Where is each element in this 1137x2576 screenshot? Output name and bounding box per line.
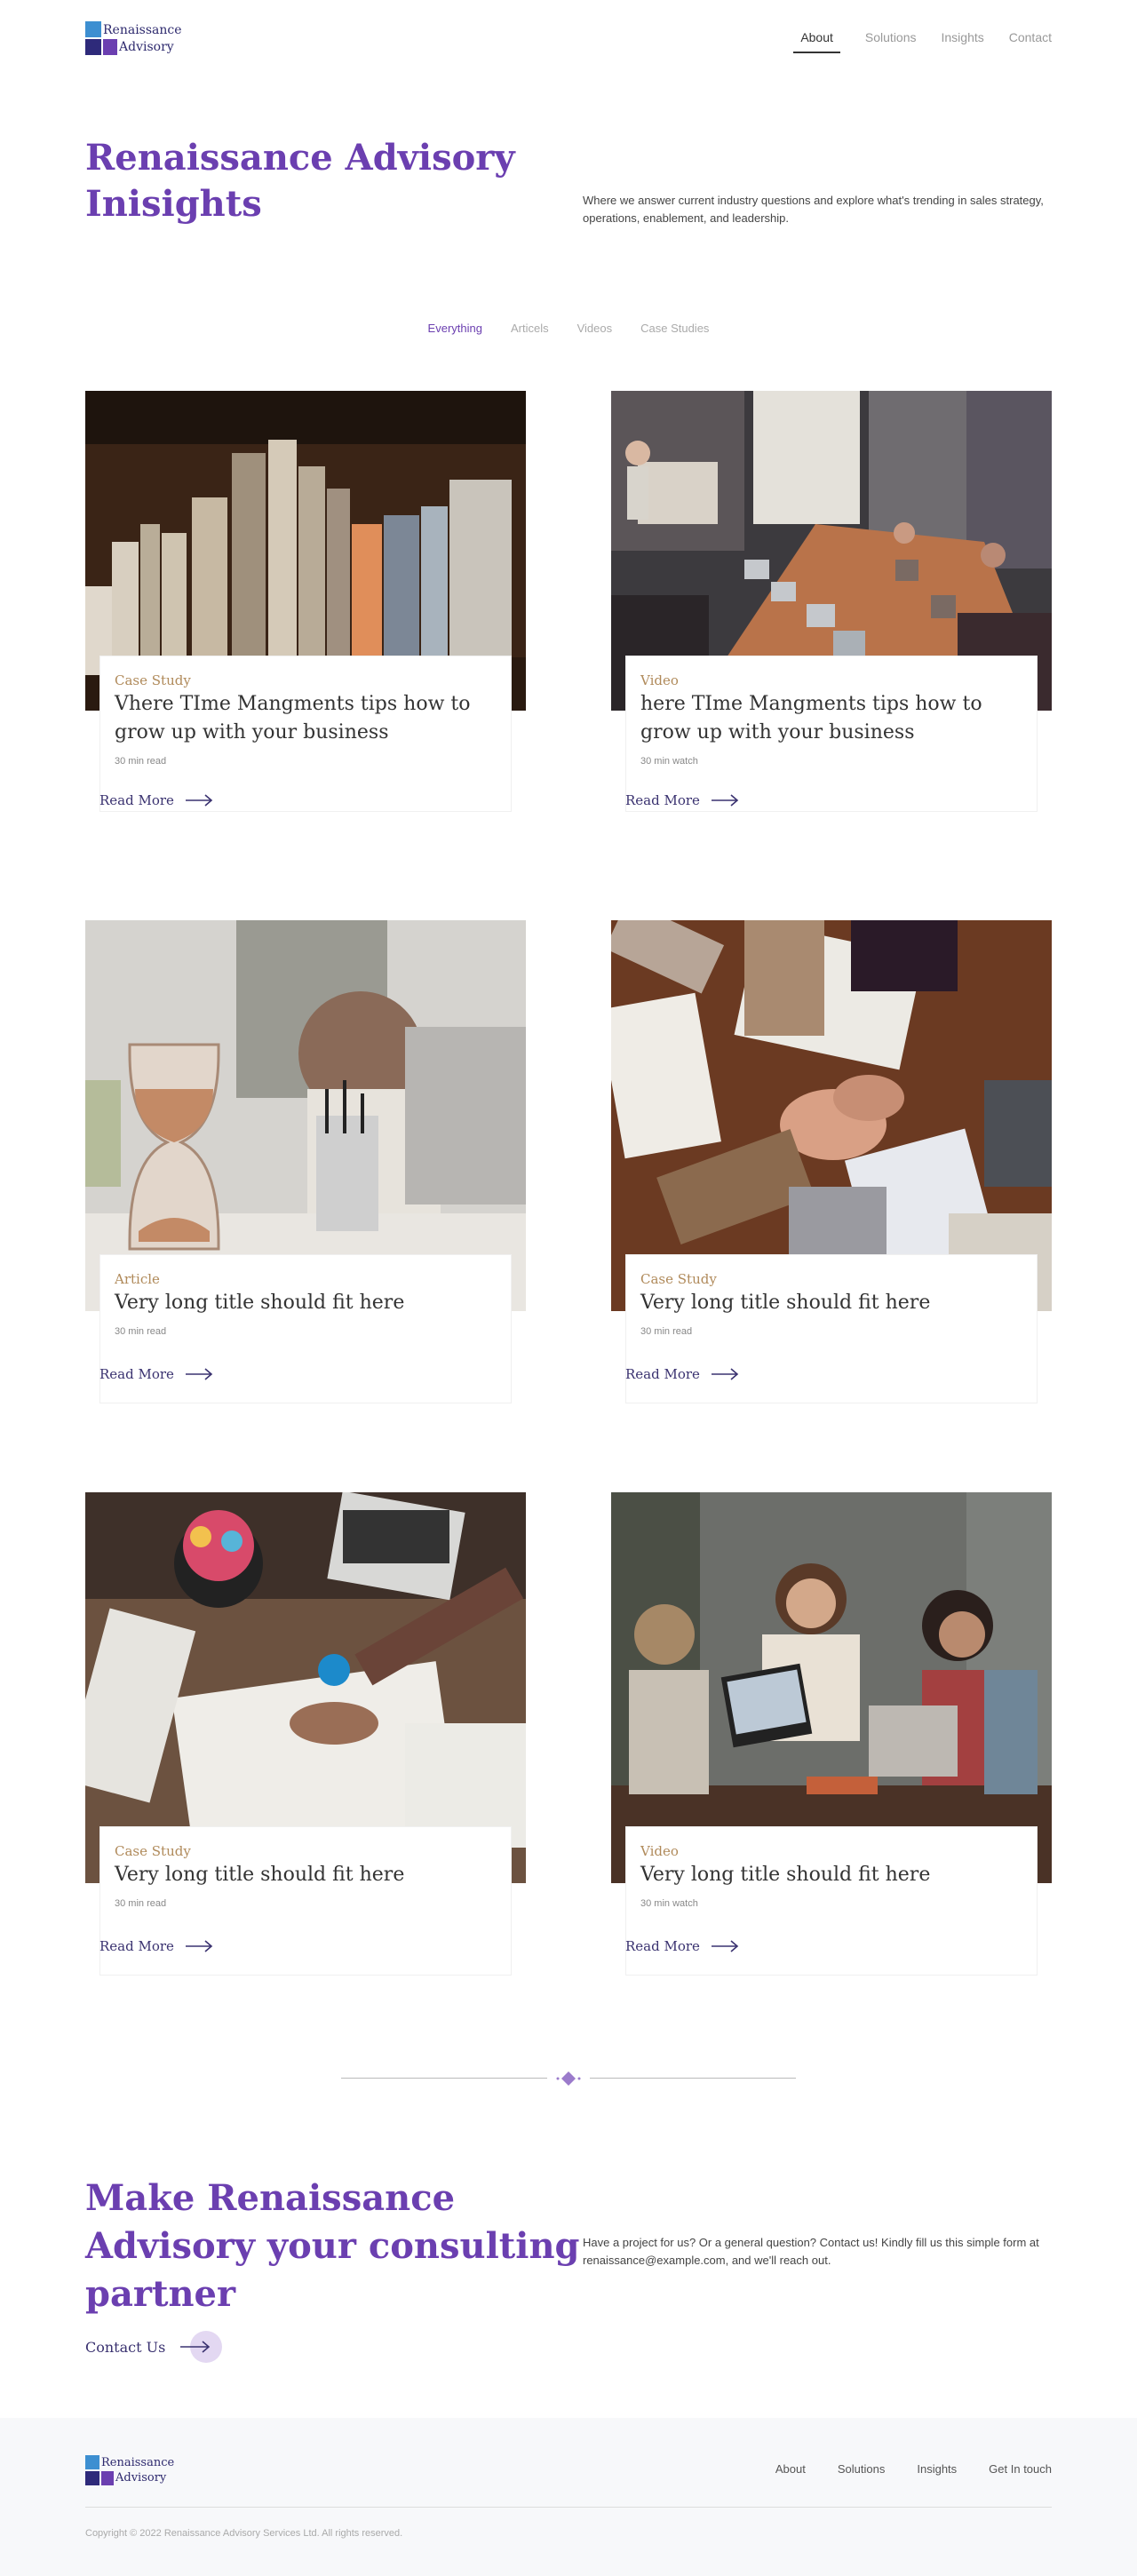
divider-line-right — [590, 2078, 796, 2079]
arrow-right-icon — [711, 1940, 739, 1952]
copyright: Copyright © 2022 Renaissance Advisory Se… — [85, 2528, 403, 2539]
read-more-label: Read More — [99, 792, 174, 808]
read-more-label: Read More — [625, 1938, 700, 1954]
read-more-label: Read More — [625, 1366, 700, 1382]
nav-insights[interactable]: Insights — [942, 28, 984, 53]
card-category: Case Study — [115, 672, 191, 688]
footer-logo-line1: Renaissance — [101, 2456, 175, 2469]
site-footer: Renaissance Advisory About Solutions Ins… — [0, 2418, 1137, 2576]
footer-nav-solutions[interactable]: Solutions — [838, 2462, 885, 2476]
main-nav: About Solutions Insights Contact — [768, 28, 1052, 53]
logo-square-blue — [85, 21, 101, 37]
card-category: Case Study — [115, 1843, 191, 1859]
divider-line-left — [341, 2078, 547, 2079]
card-title[interactable]: Very long title should fit here — [115, 1861, 497, 1889]
logo-square-purple — [101, 2471, 114, 2485]
card-title[interactable]: Vhere TIme Mangments tips how to grow up… — [115, 690, 497, 747]
arrow-right-icon — [180, 2341, 211, 2353]
tab-videos[interactable]: Videos — [577, 322, 613, 335]
card-category: Video — [640, 1843, 679, 1859]
read-more-label: Read More — [99, 1366, 174, 1382]
logo-text-line2: Advisory — [119, 40, 174, 54]
logo[interactable]: Renaissance Advisory — [85, 21, 201, 57]
logo-square-navy — [85, 39, 101, 55]
footer-nav: About Solutions Insights Get In touch — [775, 2462, 1052, 2476]
nav-solutions[interactable]: Solutions — [865, 28, 917, 53]
logo-square-navy — [85, 2471, 99, 2485]
page-title: Renaissance Advisory Inisights — [85, 137, 515, 225]
footer-nav-insights[interactable]: Insights — [917, 2462, 957, 2476]
tab-articles[interactable]: Articels — [511, 322, 549, 335]
card-image-team-hands[interactable] — [611, 920, 1052, 1311]
card-meta: 30 min read — [115, 1898, 167, 1909]
arrow-right-icon — [711, 1368, 739, 1380]
card-meta: 30 min watch — [640, 1898, 698, 1909]
card-category: Video — [640, 672, 679, 688]
nav-contact[interactable]: Contact — [1009, 28, 1052, 53]
read-more-link[interactable]: Read More — [99, 1938, 213, 1954]
card-title[interactable]: Very long title should fit here — [640, 1289, 1022, 1317]
read-more-label: Read More — [99, 1938, 174, 1954]
contact-us-button[interactable]: Contact Us — [85, 2331, 223, 2363]
nav-about[interactable]: About — [793, 28, 840, 53]
logo-text-line1: Renaissance — [103, 23, 182, 37]
footer-logo[interactable]: Renaissance Advisory — [85, 2455, 192, 2487]
card-content: Case Study Vhere TIme Mangments tips how… — [99, 656, 512, 812]
site-header: Renaissance Advisory About Solutions Ins… — [85, 21, 1052, 57]
card-title[interactable]: Very long title should fit here — [115, 1289, 497, 1317]
hero-description: Where we answer current industry questio… — [583, 194, 1044, 225]
contact-us-label: Contact Us — [85, 2338, 166, 2356]
card-meta: 30 min read — [115, 756, 167, 767]
arrow-circle — [179, 2331, 223, 2363]
read-more-link[interactable]: Read More — [99, 792, 213, 808]
card-category: Article — [115, 1271, 160, 1287]
card-meta: 30 min read — [640, 1326, 693, 1337]
card-image-team-laughing[interactable] — [611, 1492, 1052, 1883]
cta-title: Make Renaissance Advisory your consultin… — [85, 2177, 580, 2315]
tab-case-studies[interactable]: Case Studies — [640, 322, 709, 335]
arrow-right-icon — [185, 794, 213, 807]
arrow-right-icon — [185, 1368, 213, 1380]
filter-tabs: Everything Articels Videos Case Studies — [0, 322, 1137, 335]
logo-square-purple — [103, 39, 117, 55]
card-meta: 30 min read — [115, 1326, 167, 1337]
card-meta: 30 min watch — [640, 756, 698, 767]
read-more-link[interactable]: Read More — [625, 792, 739, 808]
read-more-link[interactable]: Read More — [625, 1366, 739, 1382]
read-more-link[interactable]: Read More — [99, 1366, 213, 1382]
arrow-right-icon — [185, 1940, 213, 1952]
card-content: Video here TIme Mangments tips how to gr… — [625, 656, 1038, 812]
card-title[interactable]: here TIme Mangments tips how to grow up … — [640, 690, 1022, 747]
footer-nav-get-in-touch[interactable]: Get In touch — [989, 2462, 1052, 2476]
tab-everything[interactable]: Everything — [428, 322, 482, 335]
section-divider — [341, 2070, 796, 2087]
cta-description: Have a project for us? Or a general ques… — [583, 2236, 1039, 2267]
diamond-icon — [556, 2071, 581, 2086]
read-more-label: Read More — [625, 792, 700, 808]
read-more-link[interactable]: Read More — [625, 1938, 739, 1954]
card-title[interactable]: Very long title should fit here — [640, 1861, 1022, 1889]
logo-square-blue — [85, 2455, 99, 2469]
footer-nav-about[interactable]: About — [775, 2462, 806, 2476]
card-image-sketch-desk[interactable] — [85, 1492, 526, 1883]
arrow-right-icon — [711, 794, 739, 807]
card-category: Case Study — [640, 1271, 717, 1287]
footer-logo-line2: Advisory — [115, 2471, 167, 2485]
card-image-hourglass[interactable] — [85, 920, 526, 1311]
footer-divider — [85, 2507, 1052, 2508]
